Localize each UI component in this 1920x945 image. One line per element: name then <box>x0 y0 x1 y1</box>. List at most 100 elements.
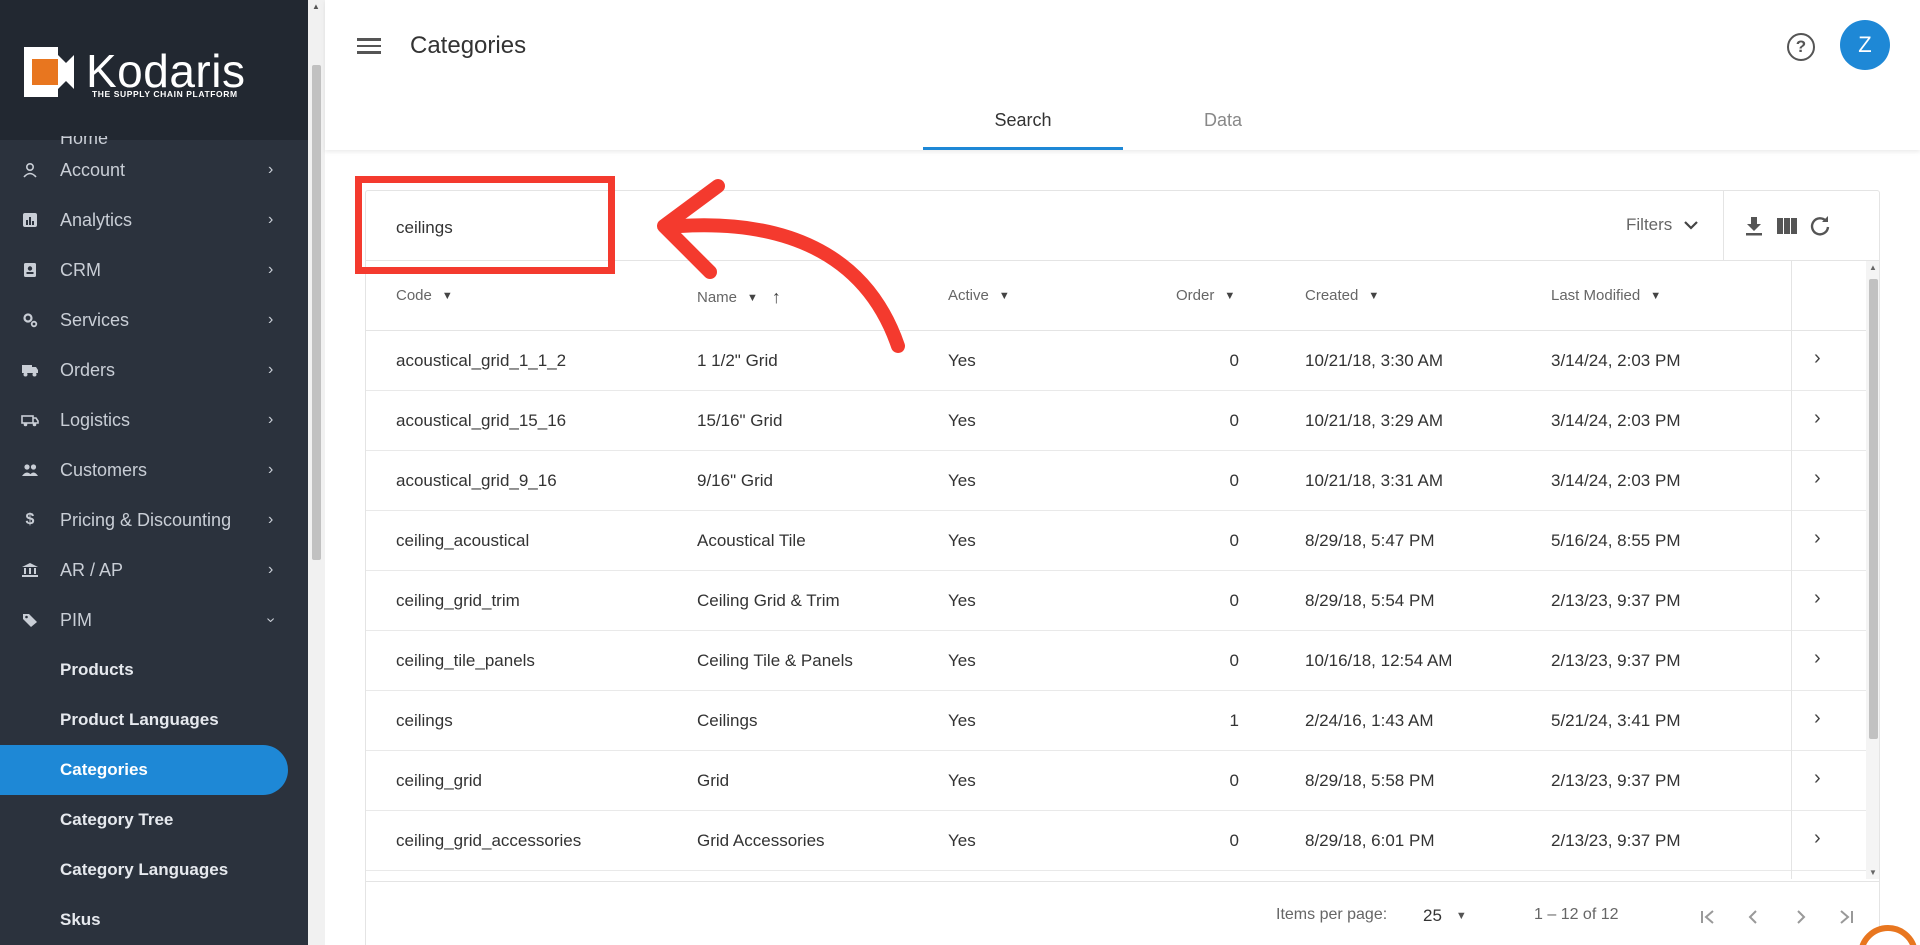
chevron-right-icon[interactable]: › <box>1814 347 1821 370</box>
menu-toggle-icon[interactable] <box>357 34 383 58</box>
dropdown-arrow-icon[interactable]: ▼ <box>1368 290 1379 302</box>
table-row[interactable]: ceiling_grid_trim Ceiling Grid & Trim Yes 8… <box>366 571 1866 631</box>
table-row[interactable]: ceiling_grid_accessories Grid Accessories… <box>366 811 1866 871</box>
cell-order: 0 <box>1229 531 1239 550</box>
column-header-created[interactable]: Created ▼ <box>1305 287 1379 304</box>
sidebar-item-label: Category Languages <box>60 860 229 879</box>
column-header-order[interactable]: Order ▼ <box>1176 287 1235 304</box>
sidebar-item-label: PIM <box>60 609 93 630</box>
column-header-last-modified[interactable]: Last Modified ▼ <box>1551 287 1661 304</box>
chevron-right-icon: › <box>268 561 274 578</box>
tag-icon <box>20 610 40 630</box>
dropdown-arrow-icon[interactable]: ▼ <box>1224 290 1235 302</box>
tab-search[interactable]: Search <box>923 100 1123 150</box>
dropdown-arrow-icon[interactable]: ▼ <box>442 290 453 302</box>
sort-ascending-icon[interactable]: ↑ <box>772 287 781 308</box>
cell-name: 9/16" Grid <box>697 471 773 490</box>
scrollbar-thumb[interactable] <box>312 65 321 560</box>
table-row[interactable]: ceiling_grid Grid Yes 8/29/18, 5:58 PM 2/13/… <box>366 751 1866 811</box>
dollar-icon: $ <box>25 511 35 528</box>
sidebar-item-logistics[interactable]: Logistics › <box>0 395 308 445</box>
sidebar-item-orders[interactable]: Orders › <box>0 345 308 395</box>
sidebar-item-pricing-discounting[interactable]: $ Pricing & Discounting › <box>0 495 308 545</box>
cell-order: 1 <box>1229 711 1239 730</box>
sidebar-item-pim[interactable]: PIM › <box>0 595 308 645</box>
sidebar-subitem-product-languages[interactable]: Product Languages <box>0 695 308 745</box>
cell-code: ceiling_acoustical <box>396 531 530 550</box>
sidebar-subitem-products[interactable]: Products <box>0 645 308 695</box>
scroll-up-arrow-icon[interactable]: ▲ <box>312 2 320 11</box>
cell-active: Yes <box>948 351 976 370</box>
sidebar-item-ar-ap[interactable]: AR / AP › <box>0 545 308 595</box>
chevron-right-icon: › <box>268 211 274 228</box>
scrollbar-thumb[interactable] <box>1869 279 1878 739</box>
filters-dropdown[interactable]: Filters <box>1626 215 1699 235</box>
previous-page-icon[interactable] <box>1738 902 1768 932</box>
sidebar-item-label: CRM <box>60 259 101 280</box>
chevron-right-icon[interactable]: › <box>1814 587 1821 610</box>
table-row[interactable]: acoustical_grid_9_16 9/16" Grid Yes 10/21/1… <box>366 451 1866 511</box>
table-scrollbar[interactable]: ▲ ▼ <box>1866 261 1879 879</box>
next-page-icon[interactable] <box>1786 902 1816 932</box>
dropdown-arrow-icon[interactable]: ▼ <box>747 292 758 304</box>
table-row[interactable]: ceiling_acoustical Acoustical Tile Yes 8/29… <box>366 511 1866 571</box>
sidebar-scrollbar[interactable]: ▲ <box>308 0 325 945</box>
column-header-name[interactable]: Name ▼ ↑ <box>697 287 781 308</box>
table-row[interactable]: ceiling_tile_panels Ceiling Tile & Panels… <box>366 631 1866 691</box>
cell-active: Yes <box>948 471 976 490</box>
column-header-active[interactable]: Active ▼ <box>948 287 1010 304</box>
sidebar-item-label: Analytics <box>60 209 133 230</box>
download-icon[interactable] <box>1741 213 1767 239</box>
sidebar-subitem-skus[interactable]: Skus <box>0 895 308 945</box>
sidebar-subitem-category-languages[interactable]: Category Languages <box>0 845 308 895</box>
table-row[interactable]: ceilings Ceilings Yes 2/24/16, 1:43 AM 5/21/… <box>366 691 1866 751</box>
column-header-label: Name <box>697 289 738 306</box>
avatar[interactable]: Z <box>1840 20 1890 70</box>
refresh-icon[interactable] <box>1807 213 1833 239</box>
cell-code: acoustical_grid_15_16 <box>396 411 567 430</box>
sidebar-item-crm[interactable]: CRM › <box>0 245 308 295</box>
chevron-down-icon: › <box>262 617 280 623</box>
services-icon <box>20 310 40 330</box>
table-row[interactable]: acoustical_grid_15_16 15/16" Grid Yes 10/21… <box>366 391 1866 451</box>
chevron-right-icon[interactable]: › <box>1814 527 1821 550</box>
table-row[interactable]: acoustical_grid_1_1_2 1 1/2" Grid Yes 10/21… <box>366 331 1866 391</box>
page-size-select[interactable]: 25 ▼ <box>1423 906 1467 926</box>
column-header-code[interactable]: Code ▼ <box>396 287 453 304</box>
scroll-down-arrow-icon[interactable]: ▼ <box>1869 868 1877 877</box>
chevron-right-icon[interactable]: › <box>1814 767 1821 790</box>
column-header-label: Last Modified <box>1551 287 1641 304</box>
first-page-icon[interactable] <box>1693 902 1723 932</box>
sidebar-item-analytics[interactable]: Analytics › <box>0 195 308 245</box>
cell-active: Yes <box>948 411 976 430</box>
sidebar-item-services[interactable]: Services › <box>0 295 308 345</box>
chevron-right-icon[interactable]: › <box>1814 467 1821 490</box>
chevron-right-icon[interactable]: › <box>1814 707 1821 730</box>
scroll-up-arrow-icon[interactable]: ▲ <box>1869 263 1877 272</box>
page-range-label: 1 – 12 of 12 <box>1534 906 1619 923</box>
cell-order: 0 <box>1229 651 1239 670</box>
sidebar-item-account[interactable]: Account › <box>0 145 308 195</box>
cell-created: 10/16/18, 12:54 AM <box>1305 651 1453 670</box>
dropdown-arrow-icon[interactable]: ▼ <box>999 290 1010 302</box>
cell-name: 1 1/2" Grid <box>697 351 778 370</box>
brand-tagline: THE SUPPLY CHAIN PLATFORM <box>92 89 238 99</box>
tab-data[interactable]: Data <box>1123 100 1323 150</box>
person-icon <box>20 160 40 180</box>
sidebar-item-customers[interactable]: Customers › <box>0 445 308 495</box>
help-icon[interactable]: ? <box>1787 33 1815 61</box>
chevron-right-icon[interactable]: › <box>1814 827 1821 850</box>
dropdown-arrow-icon[interactable]: ▼ <box>1650 290 1661 302</box>
column-header-label: Order <box>1176 287 1215 304</box>
sidebar-subitem-categories[interactable]: Categories <box>0 745 288 795</box>
cell-order: 0 <box>1229 771 1239 790</box>
cell-active: Yes <box>948 531 976 550</box>
chevron-right-icon[interactable]: › <box>1814 647 1821 670</box>
last-page-icon[interactable] <box>1831 902 1861 932</box>
cell-code: ceiling_tile_panels <box>396 651 535 670</box>
columns-icon[interactable] <box>1774 213 1800 239</box>
search-input[interactable] <box>396 213 596 243</box>
toolbar-divider <box>1723 191 1724 261</box>
sidebar-subitem-category-tree[interactable]: Category Tree <box>0 795 308 845</box>
chevron-right-icon[interactable]: › <box>1814 407 1821 430</box>
